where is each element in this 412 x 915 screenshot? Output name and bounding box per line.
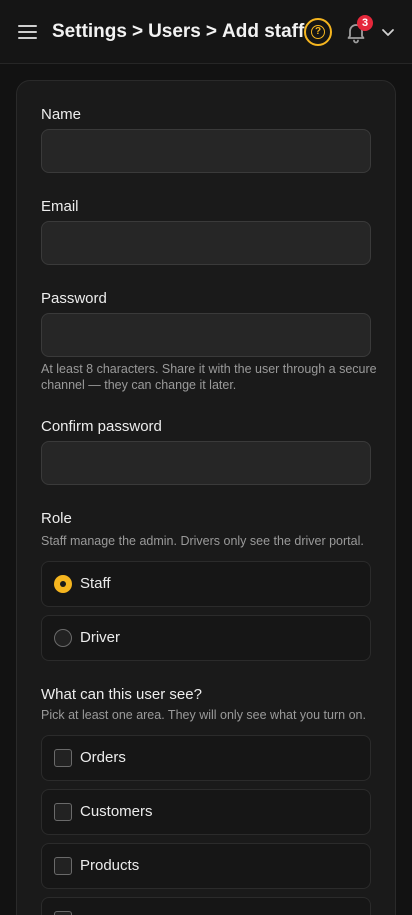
checkbox[interactable] — [54, 857, 72, 875]
breadcrumb: Settings > Users > Add staff — [52, 19, 304, 45]
permission-option-label: Customers — [80, 803, 153, 820]
breadcrumb-separator: > — [205, 21, 217, 42]
role-hint: Staff manage the admin. Drivers only see… — [41, 534, 364, 548]
permission-option-products[interactable]: Products — [41, 843, 371, 889]
role-label: Role — [41, 510, 72, 527]
email-input[interactable] — [41, 221, 371, 265]
role-option-driver[interactable]: Driver — [41, 615, 371, 661]
radio-selected[interactable] — [54, 575, 72, 593]
help-button[interactable]: ? — [304, 18, 332, 46]
confirm-password-input[interactable] — [41, 441, 371, 485]
role-option-staff[interactable]: Staff — [41, 561, 371, 607]
role-option-label: Staff — [80, 575, 111, 592]
breadcrumb-settings[interactable]: Settings — [52, 21, 127, 43]
checkbox[interactable] — [54, 803, 72, 821]
permission-option-partial[interactable] — [41, 897, 371, 915]
chevron-down-icon — [382, 29, 394, 36]
checkbox[interactable] — [54, 911, 72, 915]
radio-unselected[interactable] — [54, 629, 72, 647]
notification-count-badge: 3 — [357, 15, 373, 31]
breadcrumb-separator: > — [131, 21, 144, 42]
account-menu-button[interactable] — [380, 24, 396, 40]
help-circle-icon: ? — [311, 25, 325, 39]
name-label: Name — [41, 106, 82, 123]
top-bar: Settings > Users > Add staff ? 3 — [0, 0, 412, 64]
email-label: Email — [41, 198, 79, 215]
checkbox[interactable] — [54, 749, 72, 767]
password-input[interactable] — [41, 313, 371, 357]
role-option-label: Driver — [80, 629, 120, 646]
permission-option-label: Orders — [80, 749, 126, 766]
breadcrumb-users[interactable]: Users — [148, 21, 201, 43]
permission-option-orders[interactable]: Orders — [41, 735, 371, 781]
permission-option-customers[interactable]: Customers — [41, 789, 371, 835]
password-label: Password — [41, 290, 107, 307]
permission-option-label: Products — [80, 857, 140, 874]
password-hint: At least 8 characters. Share it with the… — [41, 362, 377, 392]
breadcrumb-current: Add staff — [222, 21, 305, 42]
name-input[interactable] — [41, 129, 371, 173]
hamburger-menu-icon[interactable] — [18, 23, 38, 41]
permissions-label: What can this user see? — [41, 686, 202, 703]
confirm-password-label: Confirm password — [41, 418, 162, 435]
permissions-hint: Pick at least one area. They will only s… — [41, 708, 366, 722]
